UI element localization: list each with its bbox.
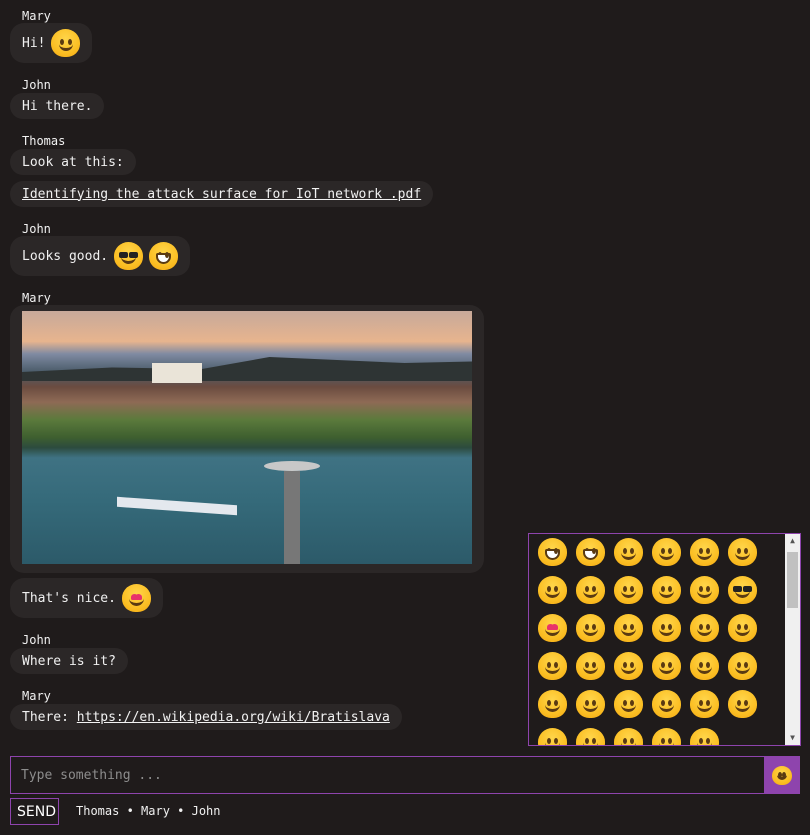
persevere-emoji-icon[interactable] (576, 690, 605, 718)
message-bubble: Hi! (10, 23, 93, 63)
tired-emoji-icon[interactable] (576, 728, 605, 745)
wink-emoji-icon[interactable] (614, 576, 643, 604)
sunglasses-face-icon (114, 242, 144, 270)
sender-name: Mary (22, 9, 51, 23)
send-button[interactable]: SEND (10, 798, 59, 825)
message-bubble: Look at this: (10, 149, 136, 175)
yum-emoji-icon[interactable] (690, 576, 719, 604)
sender-name: Thomas (22, 134, 66, 148)
message-bubble: Looks good. (10, 236, 191, 276)
grinning-face-icon (149, 242, 179, 270)
online-users: Thomas • Mary • John (76, 804, 221, 818)
scrollbar[interactable]: ▲ ▼ (785, 534, 800, 745)
relieved-emoji-icon[interactable] (652, 728, 681, 745)
slightly-smiling-emoji-icon[interactable] (728, 614, 757, 642)
hushed-emoji-icon[interactable] (728, 690, 757, 718)
pdf-attachment-link[interactable]: Identifying the attack surface for IoT n… (22, 187, 421, 202)
tears-of-joy-emoji-icon[interactable] (614, 538, 643, 566)
message-bubble: Where is it? (10, 648, 128, 674)
kissing-closed-eyes-emoji-icon[interactable] (690, 614, 719, 642)
emoji-picker: ▲ ▼ (528, 533, 801, 746)
grinning-emoji-icon[interactable] (538, 538, 567, 566)
message-text: There: (22, 709, 77, 725)
emoji-button[interactable] (764, 756, 800, 794)
beaming-emoji-icon[interactable] (576, 538, 605, 566)
photo-bridge (284, 471, 300, 564)
emoji-grid (533, 538, 779, 745)
sunglasses-emoji-icon[interactable] (728, 576, 757, 604)
message-bubble: Hi there. (10, 93, 105, 119)
message-input[interactable] (11, 757, 765, 793)
blush-emoji-icon[interactable] (652, 576, 681, 604)
message-text: Look at this: (22, 154, 124, 170)
scrollbar-thumb[interactable] (787, 552, 798, 608)
nerd-emoji-icon[interactable] (690, 728, 719, 745)
heart-eyes-emoji-icon[interactable] (538, 614, 567, 642)
photo-castle (152, 363, 202, 383)
message-input-box (10, 756, 766, 794)
message-text: Looks good. (22, 248, 109, 264)
message-bubble: There: https://en.wikipedia.org/wiki/Bra… (10, 704, 402, 730)
wikipedia-link[interactable]: https://en.wikipedia.org/wiki/Bratislava (77, 710, 390, 725)
sleeping-emoji-icon[interactable] (614, 728, 643, 745)
sender-name: Mary (22, 689, 51, 703)
photo-hills (22, 357, 472, 381)
expressionless-emoji-icon[interactable] (652, 652, 681, 680)
city-photo[interactable] (22, 311, 472, 564)
kissing-heart-emoji-icon[interactable] (576, 614, 605, 642)
scroll-down-icon[interactable]: ▼ (785, 731, 800, 745)
neutral-emoji-icon[interactable] (614, 652, 643, 680)
scroll-up-icon[interactable]: ▲ (785, 534, 800, 548)
thinking-emoji-icon[interactable] (576, 652, 605, 680)
kissing-smiling-eyes-emoji-icon[interactable] (652, 614, 681, 642)
photo-ship (117, 496, 237, 516)
zipper-mouth-emoji-icon[interactable] (690, 690, 719, 718)
laughing-emoji-icon[interactable] (576, 576, 605, 604)
disappointed-relieved-emoji-icon[interactable] (614, 690, 643, 718)
sender-name: John (22, 633, 51, 647)
rolling-eyes-emoji-icon[interactable] (728, 652, 757, 680)
hugging-emoji-icon[interactable] (538, 652, 567, 680)
message-bubble: That's nice. (10, 578, 163, 618)
sender-name: John (22, 222, 51, 236)
message-text: Hi! (22, 35, 46, 51)
sweat-smile-emoji-icon[interactable] (538, 576, 567, 604)
smirk-emoji-icon[interactable] (538, 690, 567, 718)
smiling-face-icon (51, 29, 81, 57)
rofl-emoji-icon[interactable] (652, 538, 681, 566)
attachment-bubble: Identifying the attack surface for IoT n… (10, 181, 434, 207)
smile-emoji-icon[interactable] (728, 538, 757, 566)
sender-name: Mary (22, 291, 51, 305)
sender-name: John (22, 78, 51, 92)
sleepy-emoji-icon[interactable] (538, 728, 567, 745)
photo-bridge-tower (264, 461, 320, 471)
heart-eyes-face-icon (121, 584, 151, 612)
message-text: That's nice. (22, 590, 116, 606)
message-text: Hi there. (22, 98, 93, 114)
smiley-emoji-icon[interactable] (690, 538, 719, 566)
kissing-emoji-icon[interactable] (614, 614, 643, 642)
image-bubble (10, 305, 484, 573)
message-text: Where is it? (22, 653, 116, 669)
no-mouth-emoji-icon[interactable] (690, 652, 719, 680)
smiley-icon (772, 765, 792, 785)
open-mouth-emoji-icon[interactable] (652, 690, 681, 718)
